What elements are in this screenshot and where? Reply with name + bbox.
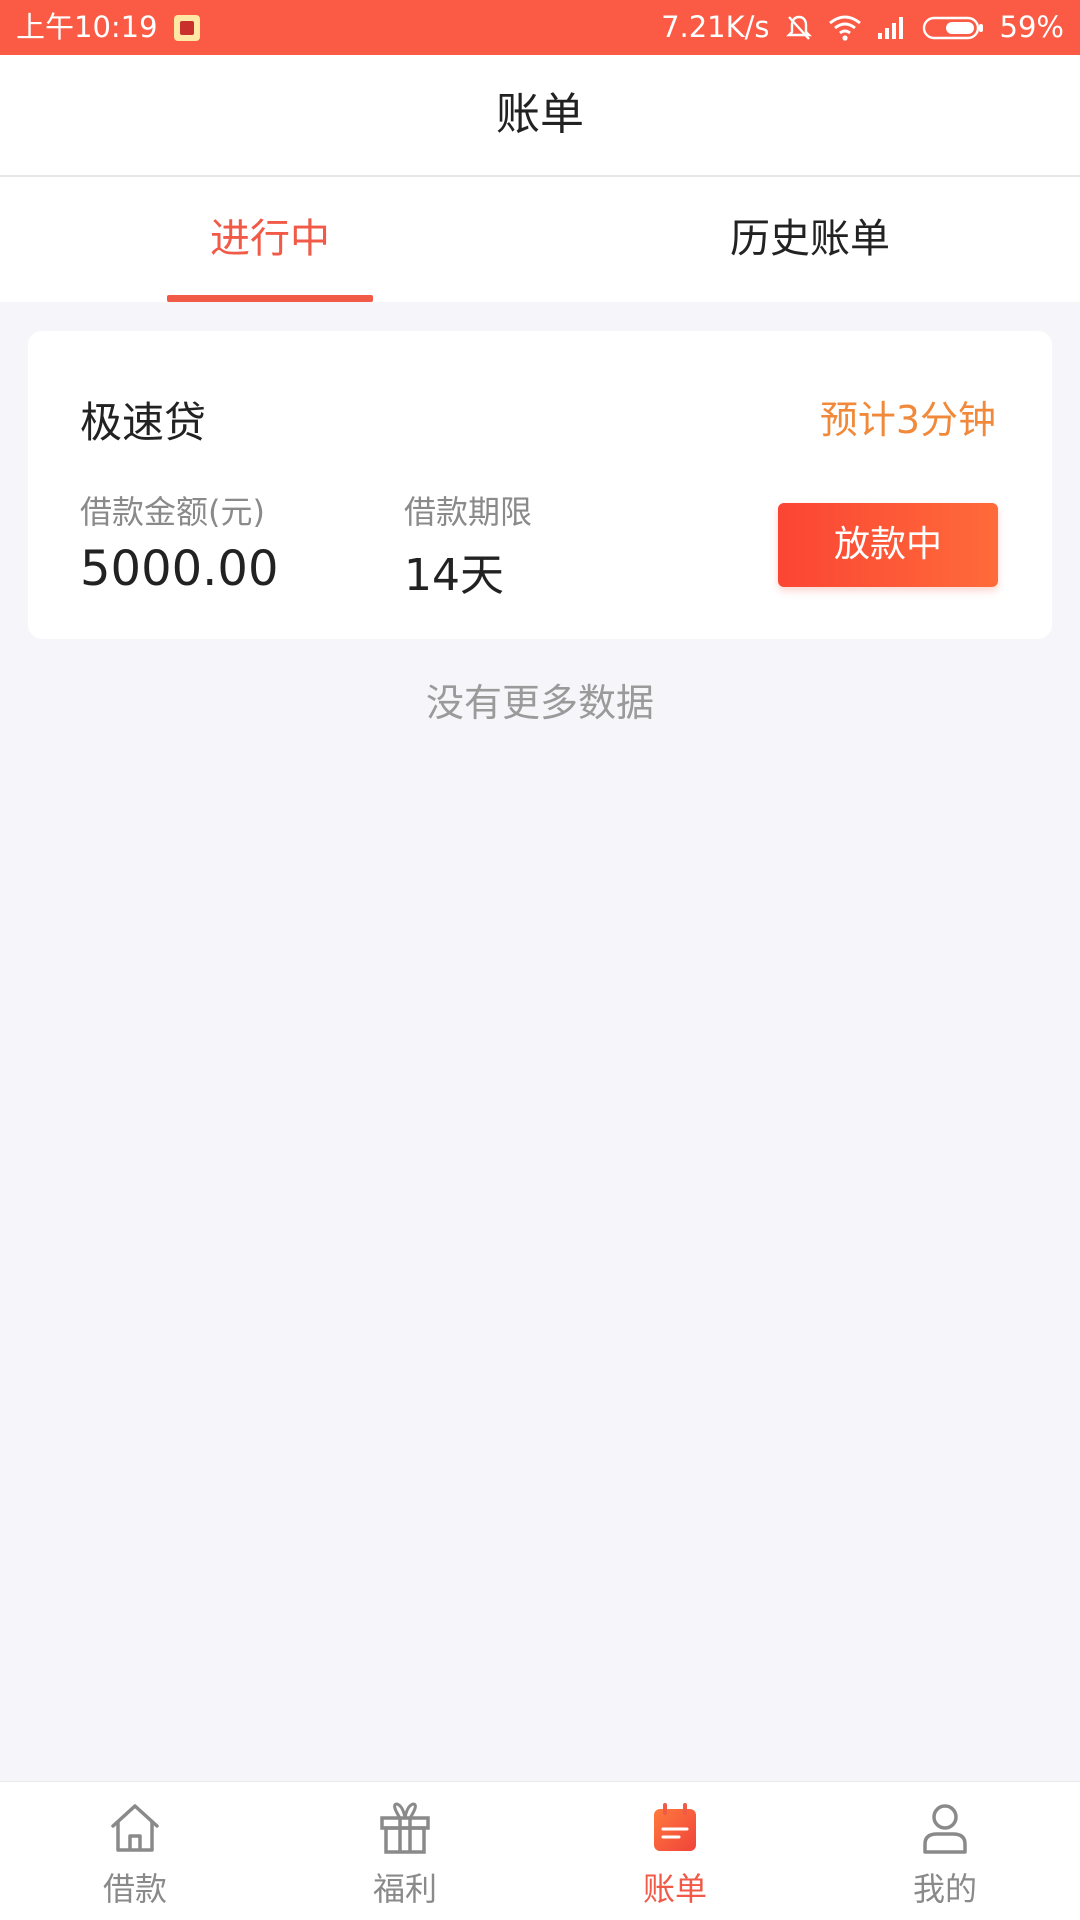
loan-product-name: 极速贷 xyxy=(80,398,207,447)
loan-eta: 预计3分钟 xyxy=(819,398,996,442)
app-notification-icon xyxy=(173,14,200,41)
signal-icon xyxy=(876,15,908,41)
status-left: 上午10:19 xyxy=(16,0,200,55)
nav-label: 福利 xyxy=(372,1870,437,1908)
wifi-icon xyxy=(828,14,862,42)
loan-term-value: 14天 xyxy=(404,550,504,601)
status-time: 上午10:19 xyxy=(16,10,158,44)
bell-off-icon xyxy=(784,13,814,43)
nav-item-loan[interactable]: 借款 xyxy=(0,1782,270,1920)
gift-icon xyxy=(375,1798,435,1858)
active-tab-indicator xyxy=(167,295,373,302)
nav-item-bills[interactable]: 账单 xyxy=(540,1782,810,1920)
tab-in-progress[interactable]: 进行中 xyxy=(0,177,540,302)
nav-item-mine[interactable]: 我的 xyxy=(810,1782,1080,1920)
home-icon xyxy=(105,1798,165,1858)
nav-label: 我的 xyxy=(912,1870,977,1908)
battery-percent: 59% xyxy=(999,10,1064,44)
disbursing-status-button[interactable]: 放款中 xyxy=(778,503,998,587)
bill-icon xyxy=(645,1798,705,1858)
bottom-nav: 借款 福利 账单 我的 xyxy=(0,1781,1080,1920)
network-speed: 7.21K/s xyxy=(661,10,770,44)
loan-amount-label: 借款金额(元) xyxy=(80,493,265,531)
loan-amount-value: 5000.00 xyxy=(80,541,279,597)
status-right: 7.21K/s 59% xyxy=(661,0,1064,55)
no-more-data-hint: 没有更多数据 xyxy=(425,681,654,725)
nav-label: 借款 xyxy=(102,1870,167,1908)
battery-icon xyxy=(922,14,986,42)
page-title: 账单 xyxy=(496,89,584,140)
nav-item-benefits[interactable]: 福利 xyxy=(270,1782,540,1920)
user-icon xyxy=(915,1798,975,1858)
tab-history[interactable]: 历史账单 xyxy=(540,177,1080,302)
loan-term-label: 借款期限 xyxy=(404,493,533,531)
tab-bar: 进行中 历史账单 xyxy=(0,177,1080,302)
status-bar: 上午10:19 7.21K/s 59% xyxy=(0,0,1080,55)
header: 账单 xyxy=(0,55,1080,177)
nav-label: 账单 xyxy=(642,1870,707,1908)
loan-card[interactable]: 极速贷 预计3分钟 借款金额(元) 5000.00 借款期限 14天 放款中 xyxy=(28,331,1052,639)
